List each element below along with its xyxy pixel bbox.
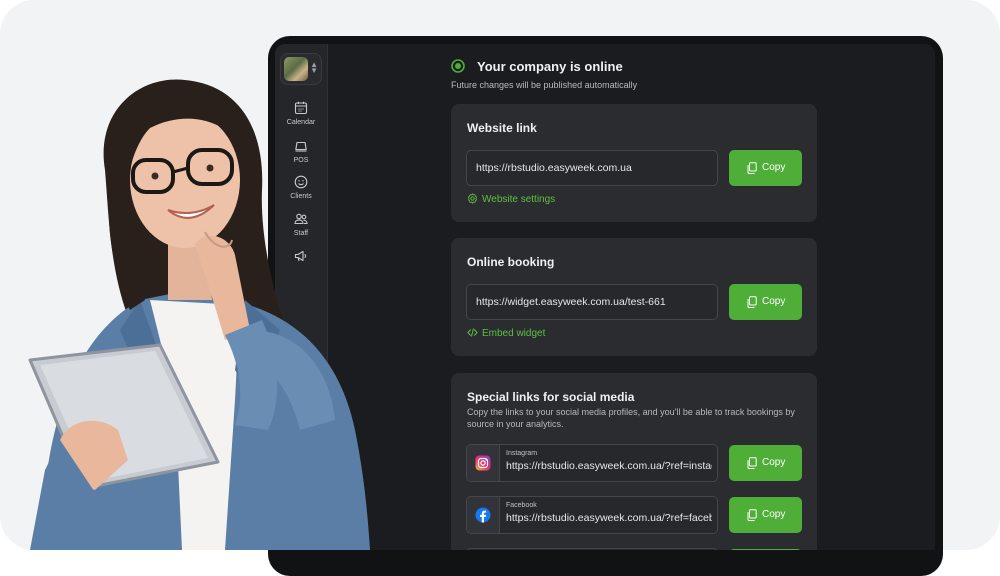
embed-widget-link[interactable]: Embed widget [467,327,545,339]
panel-title: Website link [467,121,537,135]
online-booking-panel: Online booking https://widget.easyweek.c… [451,238,817,356]
facebook-url-field[interactable]: Facebook https://rbstudio.easyweek.com.u… [466,496,718,534]
copy-instagram-link-button[interactable]: Copy [729,445,802,481]
copy-booking-link-button[interactable]: Copy [729,284,802,320]
panel-title: Special links for social media [467,390,635,404]
facebook-icon [475,507,491,523]
gear-icon [467,193,478,204]
booking-url-field[interactable]: https://widget.easyweek.com.ua/test-661 [466,284,718,320]
booking-url-value: https://widget.easyweek.com.ua/test-661 [476,296,666,308]
copy-icon [747,509,757,521]
social-label: Facebook [506,502,537,509]
copy-label: Copy [762,457,786,468]
copy-facebook-link-button[interactable]: Copy [729,497,802,533]
woman-with-tablet-photo [28,79,370,550]
copy-icon [747,162,757,174]
social-links-panel: Special links for social media Copy the … [451,373,817,550]
status-subtitle: Future changes will be published automat… [451,80,638,90]
online-status: Your company is online Future changes wi… [451,58,821,98]
online-status-icon [451,59,465,73]
panel-description: Copy the links to your social media prof… [467,407,795,429]
copy-label: Copy [762,162,786,173]
copy-icon [747,457,757,469]
status-title: Your company is online [477,59,623,74]
website-settings-label: Website settings [482,194,556,205]
panel-title: Online booking [467,255,555,269]
instagram-url-value: https://rbstudio.easyweek.com.ua/?ref=in… [506,460,712,472]
code-icon [467,328,478,337]
social-icon-box [467,497,500,533]
copy-label: Copy [762,509,786,520]
instagram-icon [475,455,491,471]
website-link-panel: Website link https://rbstudio.easyweek.c… [451,104,817,222]
copy-label: Copy [762,296,786,307]
website-url-value: https://rbstudio.easyweek.com.ua [476,162,632,174]
embed-widget-label: Embed widget [482,328,546,339]
facebook-url-value: https://rbstudio.easyweek.com.ua/?ref=fa… [506,512,712,524]
copy-website-link-button[interactable]: Copy [729,150,802,186]
copy-icon [747,296,757,308]
social-icon-box [467,445,500,481]
website-url-field[interactable]: https://rbstudio.easyweek.com.ua [466,150,718,186]
website-settings-link[interactable]: Website settings [467,193,555,205]
instagram-url-field[interactable]: Instagram https://rbstudio.easyweek.com.… [466,444,718,482]
social-label: Instagram [506,450,538,457]
